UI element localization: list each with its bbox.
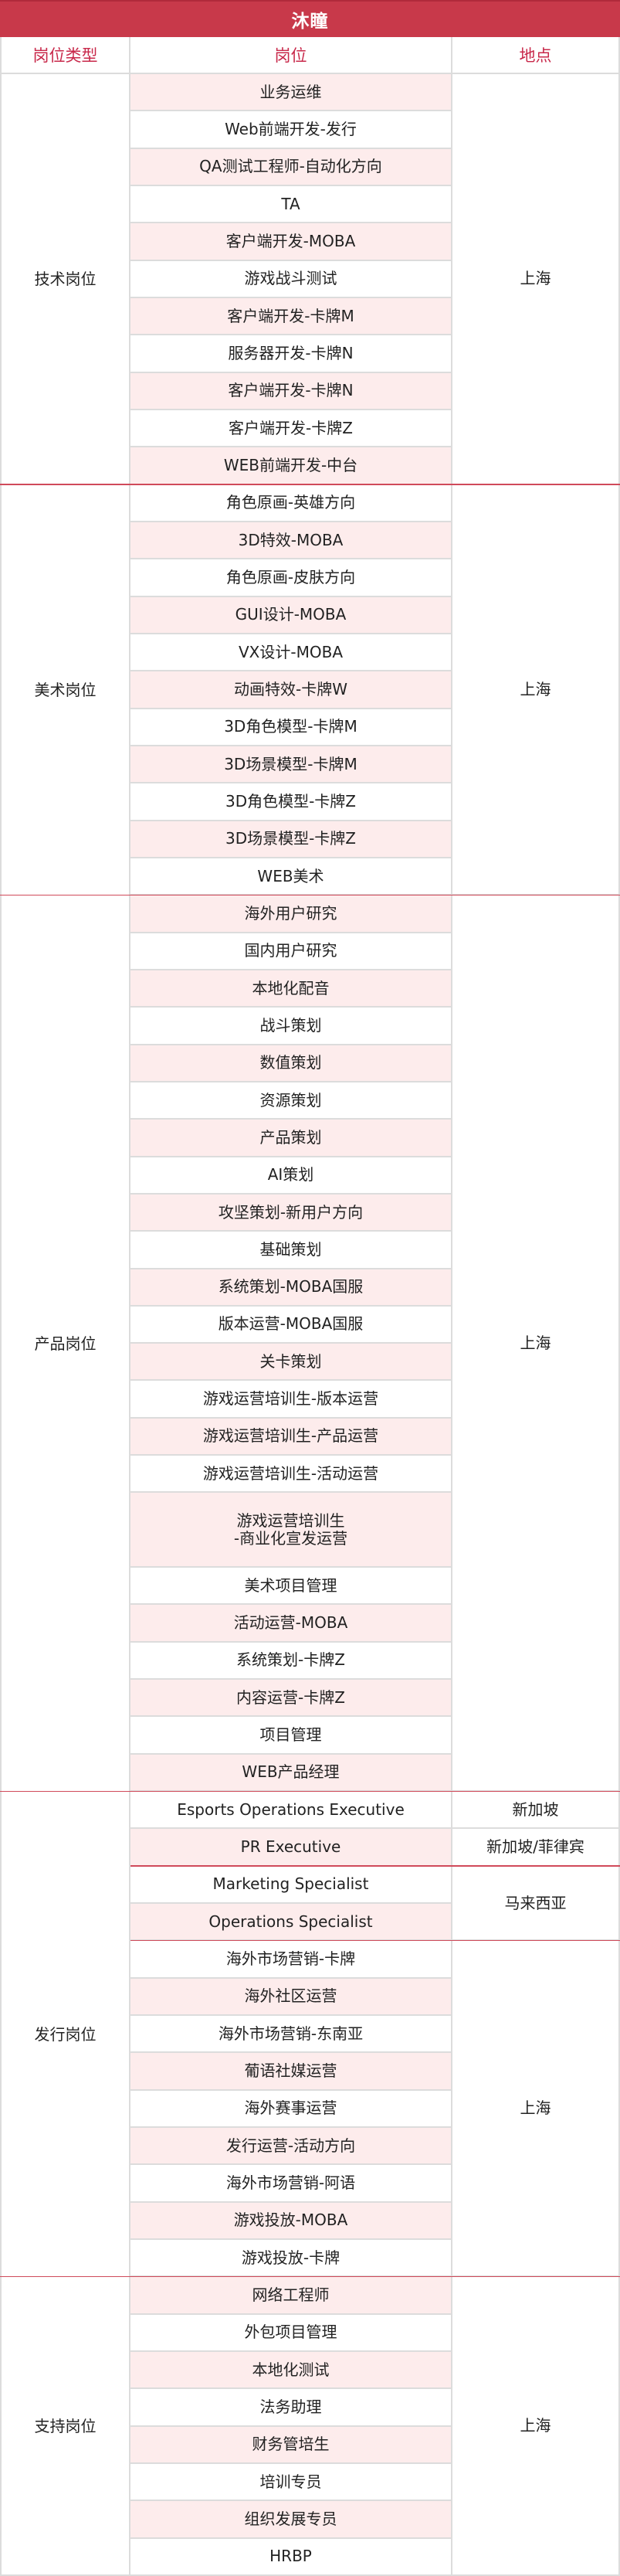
position-cell: 本地化配音 (130, 970, 452, 1008)
position-cell: 海外市场营销-东南亚 (130, 2016, 452, 2054)
position-cell: Esports Operations Executive (130, 1792, 452, 1830)
position-cell: 攻坚策划-新用户方向 (130, 1194, 452, 1232)
position-cell: 3D特效-MOBA (130, 522, 452, 560)
position-cell: 动画特效-卡牌W (130, 671, 452, 709)
position-cell: 客户端开发-卡牌N (130, 372, 452, 410)
position-cell: 客户端开发-卡牌M (130, 297, 452, 336)
position-cell: 葡语社媒运营 (130, 2053, 452, 2091)
position-cell: 海外市场营销-卡牌 (130, 1941, 452, 1979)
category-cell: 美术岗位 (0, 484, 130, 896)
location-cell: 上海 (452, 74, 620, 485)
job-table: 沐瞳 岗位类型 岗位 地点 业务运维 Web前端开发-发行 QA测试工程师-自动化方… (0, 0, 620, 2576)
location-cell: 新加坡/菲律宾 (452, 1829, 620, 1867)
position-cell: 游戏运营培训生 -商业化宣发运营 (130, 1493, 452, 1568)
position-cell: 3D角色模型-卡牌Z (130, 783, 452, 821)
position-cell: 内容运营-卡牌Z (130, 1680, 452, 1718)
position-cell: 外包项目管理 (130, 2314, 452, 2353)
position-cell: 系统策划-MOBA国服 (130, 1269, 452, 1307)
location-cell: 上海 (452, 2277, 620, 2576)
position-cell: 美术项目管理 (130, 1568, 452, 1606)
position-cell: Operations Specialist (130, 1904, 452, 1942)
position-cell: 客户端开发-MOBA (130, 223, 452, 261)
position-cell: 3D场景模型-卡牌M (130, 746, 452, 784)
position-cell: QA测试工程师-自动化方向 (130, 148, 452, 186)
position-cell: 角色原画-皮肤方向 (130, 559, 452, 597)
position-cell: TA (130, 185, 452, 224)
position-cell: 游戏战斗测试 (130, 260, 452, 298)
position-cell: Marketing Specialist (130, 1866, 452, 1905)
header-category: 岗位类型 (0, 37, 130, 74)
location-cell: 马来西亚 (452, 1866, 620, 1942)
position-cell: 发行运营-活动方向 (130, 2128, 452, 2166)
position-cell: 国内用户研究 (130, 933, 452, 970)
position-cell: 海外用户研究 (130, 895, 452, 933)
position-cell: Web前端开发-发行 (130, 111, 452, 149)
position-cell: HRBP (130, 2538, 452, 2576)
position-cell: 游戏投放-MOBA (130, 2202, 452, 2241)
location-cell: 上海 (452, 1941, 620, 2278)
position-cell: 关卡策划 (130, 1344, 452, 1381)
position-cell: 海外赛事运营 (130, 2090, 452, 2129)
position-cell: WEB产品经理 (130, 1754, 452, 1793)
location-cell: 新加坡 (452, 1792, 620, 1830)
position-cell: 网络工程师 (130, 2277, 452, 2315)
position-cell: 法务助理 (130, 2389, 452, 2427)
position-cell: AI策划 (130, 1157, 452, 1195)
position-cell: 版本运营-MOBA国服 (130, 1306, 452, 1344)
position-cell: 游戏运营培训生-版本运营 (130, 1381, 452, 1419)
position-cell: 游戏运营培训生-活动运营 (130, 1456, 452, 1494)
position-cell: 业务运维 (130, 74, 452, 112)
position-cell: 海外社区运营 (130, 1978, 452, 2017)
header-location: 地点 (452, 37, 620, 74)
category-cell: 技术岗位 (0, 74, 130, 485)
position-cell: 本地化测试 (130, 2352, 452, 2390)
position-cell: 战斗策划 (130, 1008, 452, 1045)
position-cell: WEB美术 (130, 858, 452, 896)
position-cell: 项目管理 (130, 1717, 452, 1755)
category-cell: 产品岗位 (0, 895, 130, 1793)
location-cell: 上海 (452, 484, 620, 896)
position-cell: 系统策划-卡牌Z (130, 1642, 452, 1681)
position-cell: PR Executive (130, 1829, 452, 1867)
position-cell: 产品策划 (130, 1120, 452, 1157)
position-cell: 游戏运营培训生-产品运营 (130, 1418, 452, 1456)
position-cell: WEB前端开发-中台 (130, 447, 452, 485)
position-cell: 财务管培生 (130, 2426, 452, 2464)
position-cell: VX设计-MOBA (130, 634, 452, 672)
position-cell: 培训专员 (130, 2464, 452, 2502)
position-cell: 角色原画-英雄方向 (130, 484, 452, 522)
position-cell: 服务器开发-卡牌N (130, 335, 452, 373)
location-cell: 上海 (452, 895, 620, 1793)
position-cell: 3D角色模型-卡牌M (130, 709, 452, 746)
position-cell: 组织发展专员 (130, 2501, 452, 2539)
position-cell: 游戏投放-卡牌 (130, 2240, 452, 2278)
position-cell: 客户端开发-卡牌Z (130, 410, 452, 448)
position-cell: 基础策划 (130, 1232, 452, 1269)
header-position: 岗位 (130, 37, 452, 74)
category-cell: 支持岗位 (0, 2277, 130, 2576)
position-cell: 资源策划 (130, 1082, 452, 1120)
position-cell: 海外市场营销-阿语 (130, 2165, 452, 2203)
position-cell: 活动运营-MOBA (130, 1605, 452, 1643)
position-cell: 数值策划 (130, 1045, 452, 1082)
position-cell: GUI设计-MOBA (130, 596, 452, 634)
category-cell: 发行岗位 (0, 1792, 130, 2278)
position-cell: 3D场景模型-卡牌Z (130, 821, 452, 858)
table-title: 沐瞳 (0, 0, 620, 37)
